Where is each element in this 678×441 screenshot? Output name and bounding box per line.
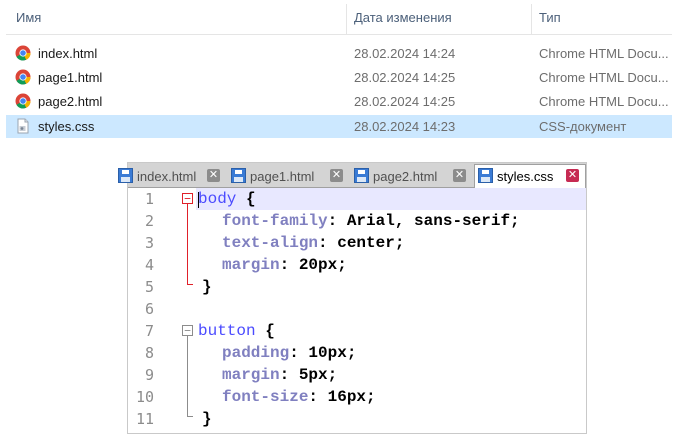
css-value: : 16px; <box>308 388 376 406</box>
file-type: Chrome HTML Docu... <box>539 94 669 109</box>
file-name: index.html <box>38 46 98 61</box>
file-date: 28.02.2024 14:25 <box>354 70 456 85</box>
save-file-icon <box>231 168 246 183</box>
code-line: } <box>202 408 212 430</box>
close-tab-icon[interactable]: ✕ <box>330 169 343 182</box>
file-list-header: Имя Дата изменения Тип <box>6 4 672 35</box>
fold-guide-line <box>187 336 188 416</box>
file-explorer-list: Имя Дата изменения Тип index.html 28.02.… <box>6 4 672 144</box>
css-value: : center; <box>318 234 405 252</box>
fold-collapse-icon[interactable]: − <box>182 193 193 204</box>
css-property: text-align <box>222 234 319 252</box>
column-header-date[interactable]: Дата изменения <box>354 10 452 25</box>
tab-page2-html[interactable]: page2.html ✕ <box>352 165 470 187</box>
close-tab-icon[interactable]: ✕ <box>207 169 220 182</box>
chrome-icon <box>15 45 31 61</box>
fold-end-marker <box>187 416 193 417</box>
css-brace: { <box>236 190 256 208</box>
save-file-icon <box>354 168 369 183</box>
column-header-type[interactable]: Тип <box>539 10 561 25</box>
line-number: 8 <box>144 344 154 362</box>
column-header-name[interactable]: Имя <box>16 10 41 25</box>
css-file-icon <box>15 118 31 134</box>
column-divider[interactable] <box>346 4 347 34</box>
tab-styles-css[interactable]: styles.css ✕ <box>474 164 586 188</box>
close-tab-icon[interactable]: ✕ <box>566 169 579 182</box>
code-text-area[interactable]: body { font-family: Arial, sans-serif; t… <box>196 188 586 433</box>
file-name: page2.html <box>38 94 103 109</box>
file-type: Chrome HTML Docu... <box>539 70 669 85</box>
tab-index-html[interactable]: index.html ✕ <box>118 165 225 187</box>
css-property: font-family <box>222 212 328 230</box>
css-brace: } <box>202 278 212 296</box>
fold-guide-line <box>187 204 188 284</box>
file-date: 28.02.2024 14:25 <box>354 94 456 109</box>
file-date: 28.02.2024 14:24 <box>354 46 456 61</box>
line-number: 5 <box>144 278 154 296</box>
file-name: page1.html <box>38 70 103 85</box>
tab-label: page1.html <box>250 169 315 184</box>
line-number: 3 <box>144 234 154 252</box>
file-row[interactable]: page1.html 28.02.2024 14:25 Chrome HTML … <box>6 66 672 89</box>
code-line: font-size: 16px; <box>222 386 376 408</box>
line-number: 9 <box>144 366 154 384</box>
file-row[interactable]: page2.html 28.02.2024 14:25 Chrome HTML … <box>6 90 672 113</box>
save-file-icon <box>478 168 493 183</box>
tab-label: page2.html <box>373 169 438 184</box>
css-value: : Arial, sans-serif; <box>327 212 520 230</box>
code-line: body { <box>198 188 256 210</box>
code-line: } <box>202 276 212 298</box>
line-number: 2 <box>144 212 154 230</box>
column-divider[interactable] <box>531 4 532 34</box>
line-number: 10 <box>135 388 154 406</box>
css-value: : 5px; <box>279 366 338 384</box>
code-editor-window: index.html ✕ page1.html ✕ page2.html ✕ s… <box>118 162 587 434</box>
editor-tab-bar: index.html ✕ page1.html ✕ page2.html ✕ s… <box>118 163 586 188</box>
code-line: button { <box>198 320 275 342</box>
code-line: margin: 20px; <box>222 254 347 276</box>
code-line: font-family: Arial, sans-serif; <box>222 210 520 232</box>
chrome-icon <box>15 93 31 109</box>
file-name: styles.css <box>38 119 95 134</box>
css-selector: button <box>198 322 256 340</box>
css-value: : 20px; <box>279 256 347 274</box>
file-date: 28.02.2024 14:23 <box>354 119 456 134</box>
tab-page1-html[interactable]: page1.html ✕ <box>229 165 347 187</box>
fold-end-marker <box>187 284 193 285</box>
line-number: 4 <box>144 256 154 274</box>
fold-margin: − − <box>180 188 196 433</box>
css-property: padding <box>222 344 290 362</box>
line-number: 6 <box>144 300 154 318</box>
code-line: margin: 5px; <box>222 364 337 386</box>
css-brace: } <box>202 410 212 428</box>
css-selector: body <box>198 190 237 208</box>
css-property: font-size <box>222 388 309 406</box>
file-row-selected[interactable]: styles.css 28.02.2024 14:23 CSS-документ <box>6 115 672 138</box>
file-type: CSS-документ <box>539 119 627 134</box>
line-number-gutter: 1 2 3 4 5 6 7 8 9 10 11 <box>128 188 180 433</box>
tab-label: styles.css <box>497 169 554 184</box>
chrome-icon <box>15 69 31 85</box>
line-number: 7 <box>144 322 154 340</box>
line-number: 1 <box>144 190 154 208</box>
file-type: Chrome HTML Docu... <box>539 46 669 61</box>
close-tab-icon[interactable]: ✕ <box>453 169 466 182</box>
fold-collapse-icon[interactable]: − <box>182 325 193 336</box>
file-row[interactable]: index.html 28.02.2024 14:24 Chrome HTML … <box>6 42 672 65</box>
css-brace: { <box>255 322 275 340</box>
line-number: 11 <box>135 410 154 428</box>
tab-label: index.html <box>137 169 197 184</box>
save-file-icon <box>118 168 133 183</box>
css-property: margin <box>222 366 280 384</box>
css-property: margin <box>222 256 280 274</box>
code-line: padding: 10px; <box>222 342 356 364</box>
code-line: text-align: center; <box>222 232 404 254</box>
css-value: : 10px; <box>289 344 357 362</box>
